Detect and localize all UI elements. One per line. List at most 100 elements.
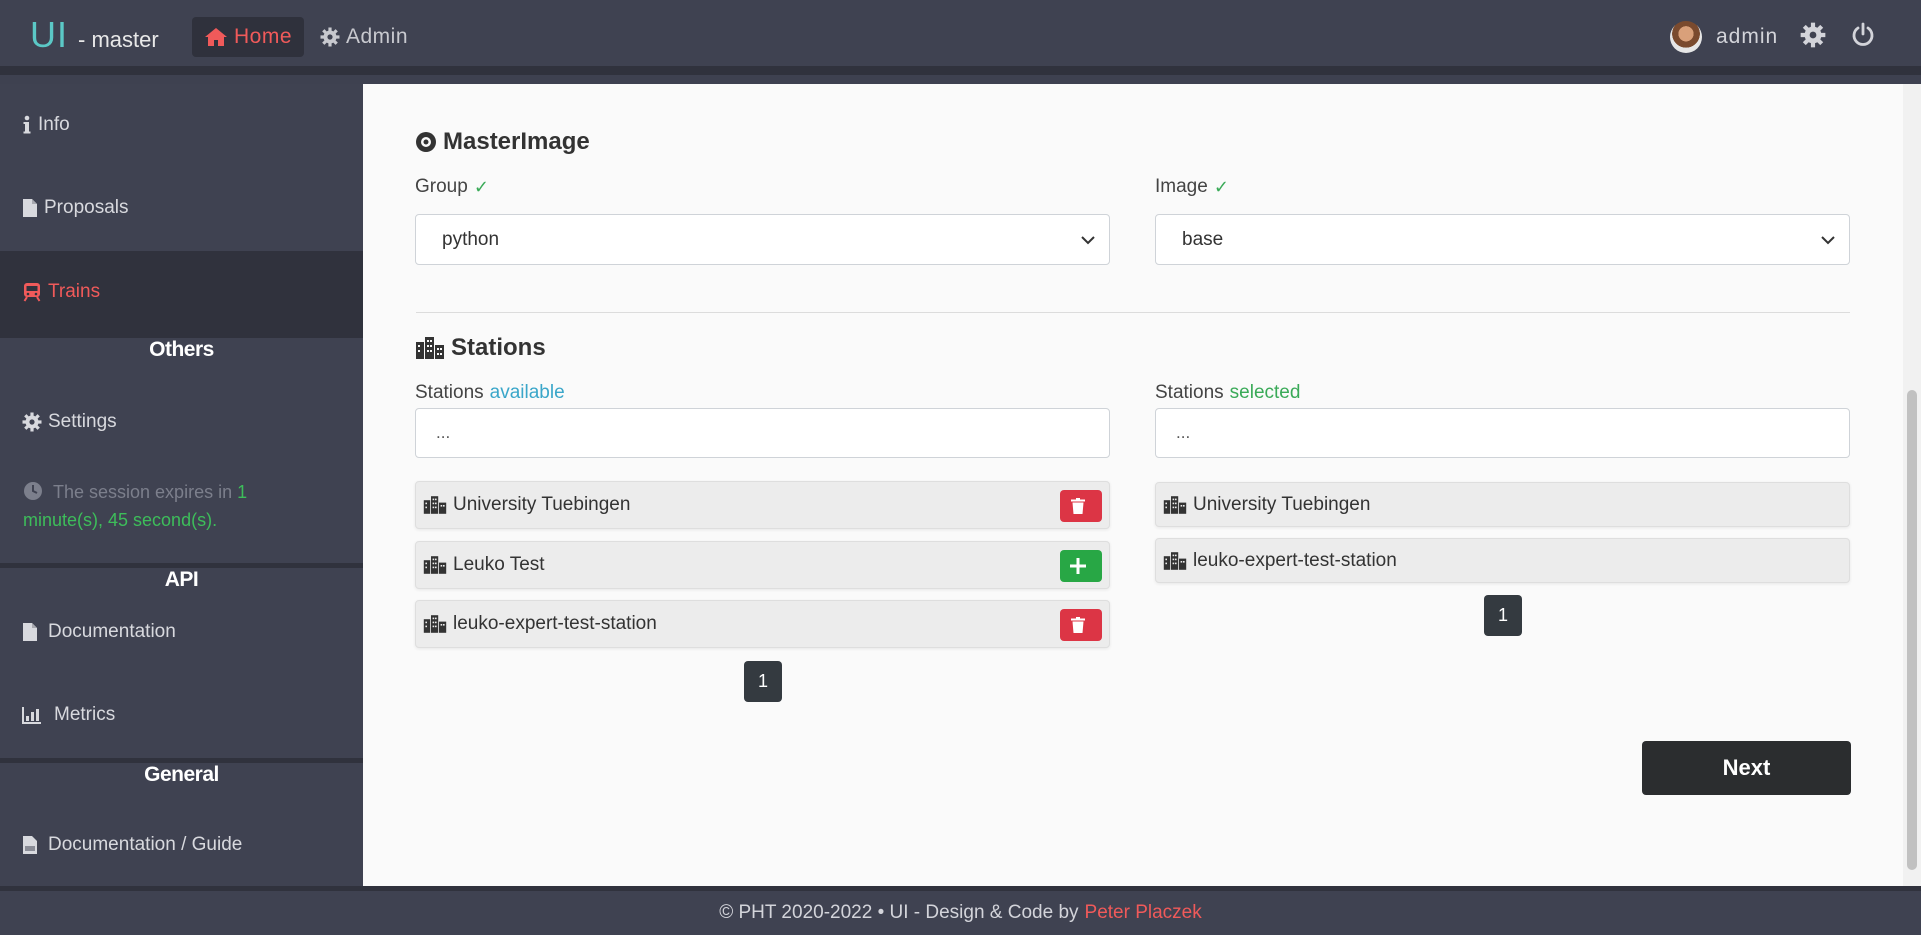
search-placeholder: ... bbox=[1176, 423, 1191, 442]
city-icon bbox=[423, 556, 447, 574]
image-label-text: Image bbox=[1155, 176, 1208, 197]
home-icon bbox=[205, 28, 227, 46]
info-icon bbox=[23, 115, 31, 134]
trash-icon bbox=[1071, 617, 1085, 633]
stations-selected-label: Stations selected bbox=[1155, 382, 1300, 404]
session-timer: The session expires in 1 minute(s), 45 s… bbox=[23, 478, 323, 534]
file-icon bbox=[23, 199, 37, 217]
disc-icon bbox=[416, 132, 436, 152]
sidebar-item-proposals[interactable]: Proposals bbox=[0, 167, 363, 249]
sidebar-item-label: Documentation / Guide bbox=[48, 834, 243, 855]
trash-icon bbox=[1071, 498, 1085, 514]
masterimage-title: MasterImage bbox=[415, 128, 590, 156]
station-name: leuko-expert-test-station bbox=[1193, 549, 1397, 571]
station-selected-item: University Tuebingen bbox=[1155, 482, 1850, 527]
sidebar-item-settings[interactable]: Settings bbox=[0, 381, 363, 463]
station-selected-item: leuko-expert-test-station bbox=[1155, 538, 1850, 583]
footer-text: © PHT 2020-2022 • UI - Design & Code by bbox=[719, 902, 1079, 923]
checkmark-icon: ✓ bbox=[473, 176, 489, 197]
sidebar-item-guide[interactable]: Documentation / Guide bbox=[0, 804, 363, 886]
top-navbar: UI - master Home Admin admin bbox=[0, 0, 1921, 75]
stations-available-label: Stations available bbox=[415, 382, 565, 404]
image-select[interactable]: base bbox=[1155, 214, 1850, 265]
city-icon bbox=[423, 496, 447, 514]
sidebar-heading-general: General bbox=[0, 758, 363, 798]
nav-home[interactable]: Home bbox=[192, 17, 304, 57]
label-highlight: selected bbox=[1229, 382, 1301, 403]
sidebar-item-info[interactable]: Info bbox=[0, 84, 363, 166]
pdf-icon bbox=[23, 836, 37, 854]
search-placeholder: ... bbox=[436, 423, 451, 442]
city-icon bbox=[1163, 495, 1187, 514]
city-icon bbox=[423, 615, 447, 633]
remove-station-button[interactable] bbox=[1060, 609, 1102, 641]
power-icon[interactable] bbox=[1850, 22, 1876, 53]
train-icon bbox=[23, 283, 41, 302]
chart-icon bbox=[22, 707, 41, 724]
sidebar-item-metrics[interactable]: Metrics bbox=[0, 674, 363, 756]
stations-title-text: Stations bbox=[451, 334, 546, 361]
label-text: Stations bbox=[415, 382, 484, 403]
image-label: Image ✓ bbox=[1155, 176, 1229, 198]
station-available-item: leuko-expert-test-station bbox=[415, 600, 1110, 648]
stations-title: Stations bbox=[415, 334, 546, 362]
sidebar-item-label: Settings bbox=[48, 411, 117, 432]
checkmark-icon: ✓ bbox=[1213, 176, 1229, 197]
sidebar-item-label: Documentation bbox=[48, 621, 176, 642]
sidebar-heading-others: Others bbox=[0, 333, 363, 373]
pagination-selected-page[interactable]: 1 bbox=[1484, 595, 1522, 636]
clock-icon bbox=[24, 482, 42, 500]
file-icon bbox=[23, 623, 37, 641]
next-button[interactable]: Next bbox=[1642, 741, 1851, 795]
sidebar-item-label: Proposals bbox=[44, 197, 129, 218]
city-icon bbox=[1163, 551, 1187, 570]
sidebar-item-documentation[interactable]: Documentation bbox=[0, 591, 363, 673]
settings-gear-icon[interactable] bbox=[1800, 22, 1826, 53]
city-icon bbox=[416, 337, 444, 359]
sidebar-item-label: Trains bbox=[48, 281, 101, 302]
scrollbar-thumb[interactable] bbox=[1907, 390, 1917, 870]
brand-logo[interactable]: UI - master bbox=[30, 14, 159, 55]
label-highlight: available bbox=[489, 382, 565, 403]
gear-icon bbox=[22, 412, 42, 432]
sidebar-item-label: Info bbox=[38, 114, 70, 135]
avatar bbox=[1670, 21, 1702, 53]
sidebar-item-trains[interactable]: Trains bbox=[0, 251, 363, 333]
sidebar: Info Proposals Trains Others Settings Th… bbox=[0, 84, 363, 886]
group-select[interactable]: python bbox=[415, 214, 1110, 265]
gear-icon bbox=[320, 27, 340, 47]
label-text: Stations bbox=[1155, 382, 1224, 403]
group-label-text: Group bbox=[415, 176, 468, 197]
sidebar-item-label: Metrics bbox=[54, 704, 116, 725]
chevron-down-icon bbox=[1821, 235, 1835, 244]
stations-selected-search[interactable]: ... bbox=[1155, 408, 1850, 458]
chevron-down-icon bbox=[1081, 235, 1095, 244]
station-name: University Tuebingen bbox=[1193, 493, 1371, 515]
station-name: Leuko Test bbox=[453, 554, 545, 575]
stations-available-search[interactable]: ... bbox=[415, 408, 1110, 458]
nav-home-label: Home bbox=[234, 25, 293, 48]
group-label: Group ✓ bbox=[415, 176, 489, 198]
image-select-value: base bbox=[1182, 228, 1224, 250]
section-divider bbox=[416, 312, 1850, 313]
station-available-item: Leuko Test bbox=[415, 541, 1110, 589]
masterimage-title-text: MasterImage bbox=[443, 128, 590, 155]
user-menu[interactable]: admin bbox=[1670, 20, 1778, 54]
brand-suffix: - master bbox=[78, 27, 159, 52]
group-select-value: python bbox=[442, 228, 500, 250]
nav-admin[interactable]: Admin bbox=[320, 17, 408, 57]
station-name: leuko-expert-test-station bbox=[453, 613, 657, 634]
session-text: The session expires in bbox=[53, 482, 233, 502]
nav-admin-label: Admin bbox=[346, 25, 409, 48]
brand-name: UI bbox=[30, 14, 68, 55]
username: admin bbox=[1716, 25, 1779, 48]
pagination-available-page[interactable]: 1 bbox=[744, 661, 782, 702]
plus-icon bbox=[1070, 558, 1086, 574]
station-available-item: University Tuebingen bbox=[415, 481, 1110, 529]
footer-author-link[interactable]: Peter Placzek bbox=[1085, 902, 1202, 924]
add-station-button[interactable] bbox=[1060, 550, 1102, 582]
footer: © PHT 2020-2022 • UI - Design & Code by … bbox=[0, 886, 1921, 935]
remove-station-button[interactable] bbox=[1060, 490, 1102, 522]
scrollbar[interactable] bbox=[1903, 84, 1921, 886]
station-name: University Tuebingen bbox=[453, 494, 631, 515]
